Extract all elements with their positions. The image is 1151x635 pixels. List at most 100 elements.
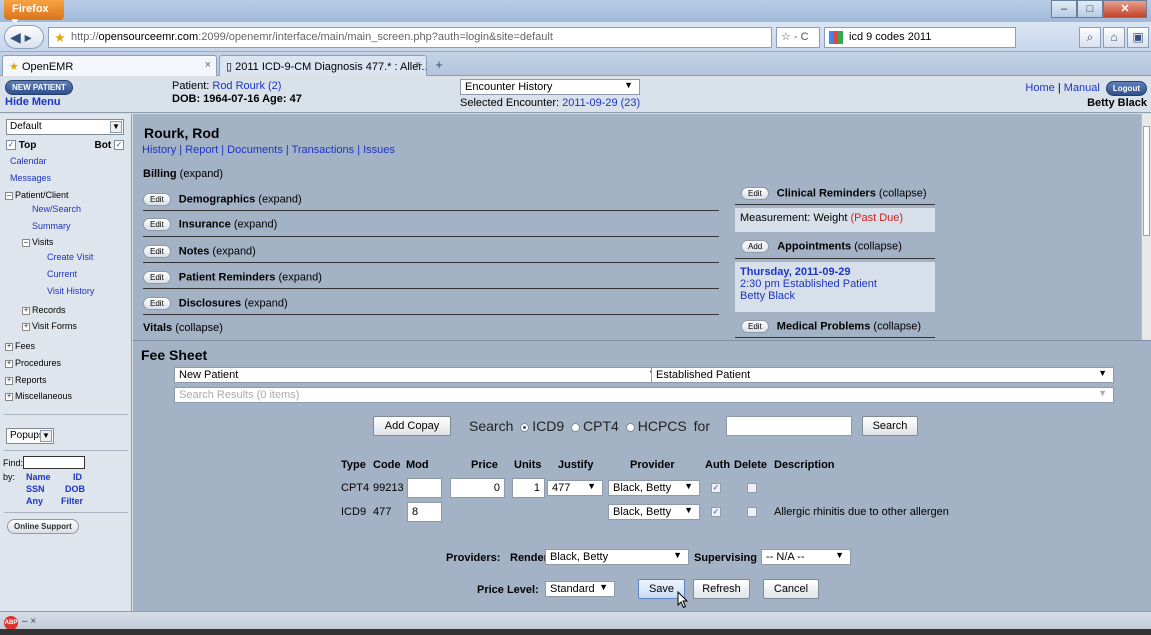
row1-units-input[interactable]: 1 [512, 478, 545, 498]
top-checkbox[interactable]: ✓ [6, 140, 16, 151]
encounter-history-select[interactable]: Encounter History ▼ [460, 79, 640, 95]
cpt4-radio[interactable] [571, 422, 581, 432]
hide-menu-link[interactable]: Hide Menu [5, 96, 61, 108]
search-button[interactable]: Search [862, 416, 918, 436]
nav-messages[interactable]: Messages [10, 173, 51, 183]
find-any[interactable]: Any [26, 496, 43, 506]
hcpcs-radio[interactable] [625, 422, 635, 432]
row1-mod-input[interactable] [407, 478, 442, 498]
new-patient-button[interactable]: NEW PATIENT [5, 80, 73, 95]
nav-current[interactable]: Current [47, 269, 77, 279]
row1-justify-select[interactable]: 477 ▼ [547, 480, 603, 496]
expand-icon[interactable]: + [22, 306, 30, 315]
find-by-name[interactable]: Name [26, 472, 51, 482]
section-state[interactable]: (expand) [278, 271, 321, 283]
adblock-icon[interactable]: ABP [4, 616, 18, 630]
nav-fees[interactable]: + Fees [5, 341, 35, 351]
url-bar[interactable]: ★ http://opensourceemr.com:2099/openemr/… [48, 27, 772, 48]
nav-visit-forms[interactable]: + Visit Forms [22, 321, 77, 331]
bot-checkbox[interactable]: ✓ [114, 140, 124, 151]
expand-icon[interactable]: + [22, 322, 30, 331]
bookmark-star-icon[interactable]: ★ [54, 28, 66, 47]
section-state[interactable]: (collapse) [854, 240, 902, 252]
add-copay-button[interactable]: Add Copay [373, 416, 451, 436]
minimize-icon[interactable]: – [1051, 0, 1077, 18]
established-patient-select[interactable]: Established Patient ▼ [651, 367, 1114, 383]
section-state[interactable]: (expand) [258, 193, 301, 205]
nav-miscellaneous[interactable]: + Miscellaneous [5, 391, 72, 401]
maximize-icon[interactable]: □ [1077, 0, 1103, 18]
logout-button[interactable]: Logout [1105, 81, 1147, 96]
back-forward-icon[interactable]: ◀ ▸ [4, 25, 44, 49]
edit-button[interactable]: Edit [143, 245, 171, 258]
search-results-select[interactable]: Search Results (0 items) ▼ [174, 387, 1114, 403]
manual-link[interactable]: Manual [1064, 82, 1100, 94]
row2-auth-checkbox[interactable]: ✓ [711, 507, 721, 517]
addon-icon[interactable]: ▣ [1127, 27, 1149, 48]
nav-records[interactable]: + Records [22, 305, 66, 315]
summary-scrollbar[interactable] [1141, 114, 1151, 340]
search-go-icon[interactable]: ⌕ [1079, 27, 1101, 48]
add-button[interactable]: Add [741, 240, 770, 253]
edit-button[interactable]: Edit [143, 193, 171, 206]
statusbar-close-icon[interactable]: – × [22, 616, 36, 627]
collapse-icon[interactable]: – [22, 238, 30, 247]
nav-summary[interactable]: Summary [32, 221, 71, 231]
find-input[interactable] [23, 456, 85, 469]
close-icon[interactable]: ✕ [1103, 0, 1147, 18]
nav-procedures[interactable]: + Procedures [5, 358, 61, 368]
edit-button[interactable]: Edit [143, 271, 171, 284]
icd9-radio[interactable] [520, 422, 530, 432]
row2-provider-select[interactable]: Black, Betty ▼ [608, 504, 700, 520]
reload-icon[interactable]: ☆ - C [776, 27, 820, 48]
vitals-section[interactable]: Vitals (collapse) [143, 322, 223, 334]
expand-icon[interactable]: + [5, 342, 13, 351]
tab-openemr[interactable]: ★ OpenEMR × [2, 55, 217, 76]
code-search-input[interactable] [726, 416, 852, 436]
nav-create-visit[interactable]: Create Visit [47, 252, 93, 262]
expand-icon[interactable]: + [5, 392, 13, 401]
row2-mod-input[interactable]: 8 [407, 502, 442, 522]
new-tab-icon[interactable]: + [430, 57, 448, 75]
expand-icon[interactable]: + [5, 359, 13, 368]
find-by-id[interactable]: ID [73, 472, 82, 482]
price-level-select[interactable]: Standard ▼ [545, 581, 615, 597]
tab-close-icon[interactable]: × [205, 59, 211, 71]
frame-select[interactable]: Default ▼ [6, 119, 124, 135]
section-state[interactable]: (expand) [212, 245, 255, 257]
find-by-ssn[interactable]: SSN [26, 484, 45, 494]
selected-encounter-link[interactable]: 2011-09-29 (23) [562, 97, 640, 109]
cancel-button[interactable]: Cancel [763, 579, 819, 599]
refresh-button[interactable]: Refresh [693, 579, 750, 599]
section-state[interactable]: (collapse) [879, 187, 927, 199]
new-patient-select[interactable]: New Patient▼ [174, 367, 664, 383]
collapse-icon[interactable]: – [5, 191, 13, 200]
scrollbar-thumb[interactable] [1143, 126, 1150, 236]
row1-auth-checkbox[interactable]: ✓ [711, 483, 721, 493]
patient-name-link[interactable]: Rod Rourk (2) [212, 80, 281, 92]
browser-search-input[interactable]: icd 9 codes 2011 [824, 27, 1016, 48]
supervising-provider-select[interactable]: -- N/A -- ▼ [761, 549, 851, 565]
edit-button[interactable]: Edit [143, 297, 171, 310]
billing-section[interactable]: Billing (expand) [143, 168, 223, 180]
row1-delete-checkbox[interactable] [747, 483, 757, 493]
online-support-button[interactable]: Online Support [7, 519, 79, 534]
find-filter[interactable]: Filter [61, 496, 83, 506]
home-link[interactable]: Home [1025, 82, 1054, 94]
expand-icon[interactable]: + [5, 376, 13, 385]
firefox-menu-button[interactable]: Firefox ▾ [4, 0, 64, 28]
popups-select[interactable]: Popups ▼ [6, 428, 54, 444]
nav-calendar[interactable]: Calendar [10, 156, 47, 166]
section-state[interactable]: (expand) [244, 297, 287, 309]
section-state[interactable]: (collapse) [873, 320, 921, 332]
patient-links[interactable]: History | Report | Documents | Transacti… [142, 144, 395, 156]
edit-button[interactable]: Edit [741, 320, 769, 333]
tab-close-icon[interactable]: × [415, 59, 421, 71]
nav-reports[interactable]: + Reports [5, 375, 47, 385]
section-state[interactable]: (expand) [234, 218, 277, 230]
appointment-item[interactable]: Thursday, 2011-09-29 2:30 pm Established… [735, 262, 935, 312]
row1-price-input[interactable]: 0 [450, 478, 505, 498]
rendering-provider-select[interactable]: Black, Betty ▼ [545, 549, 689, 565]
tab-icd9[interactable]: ▯ 2011 ICD-9-CM Diagnosis 477.* : Aller.… [219, 55, 427, 76]
row1-provider-select[interactable]: Black, Betty ▼ [608, 480, 700, 496]
